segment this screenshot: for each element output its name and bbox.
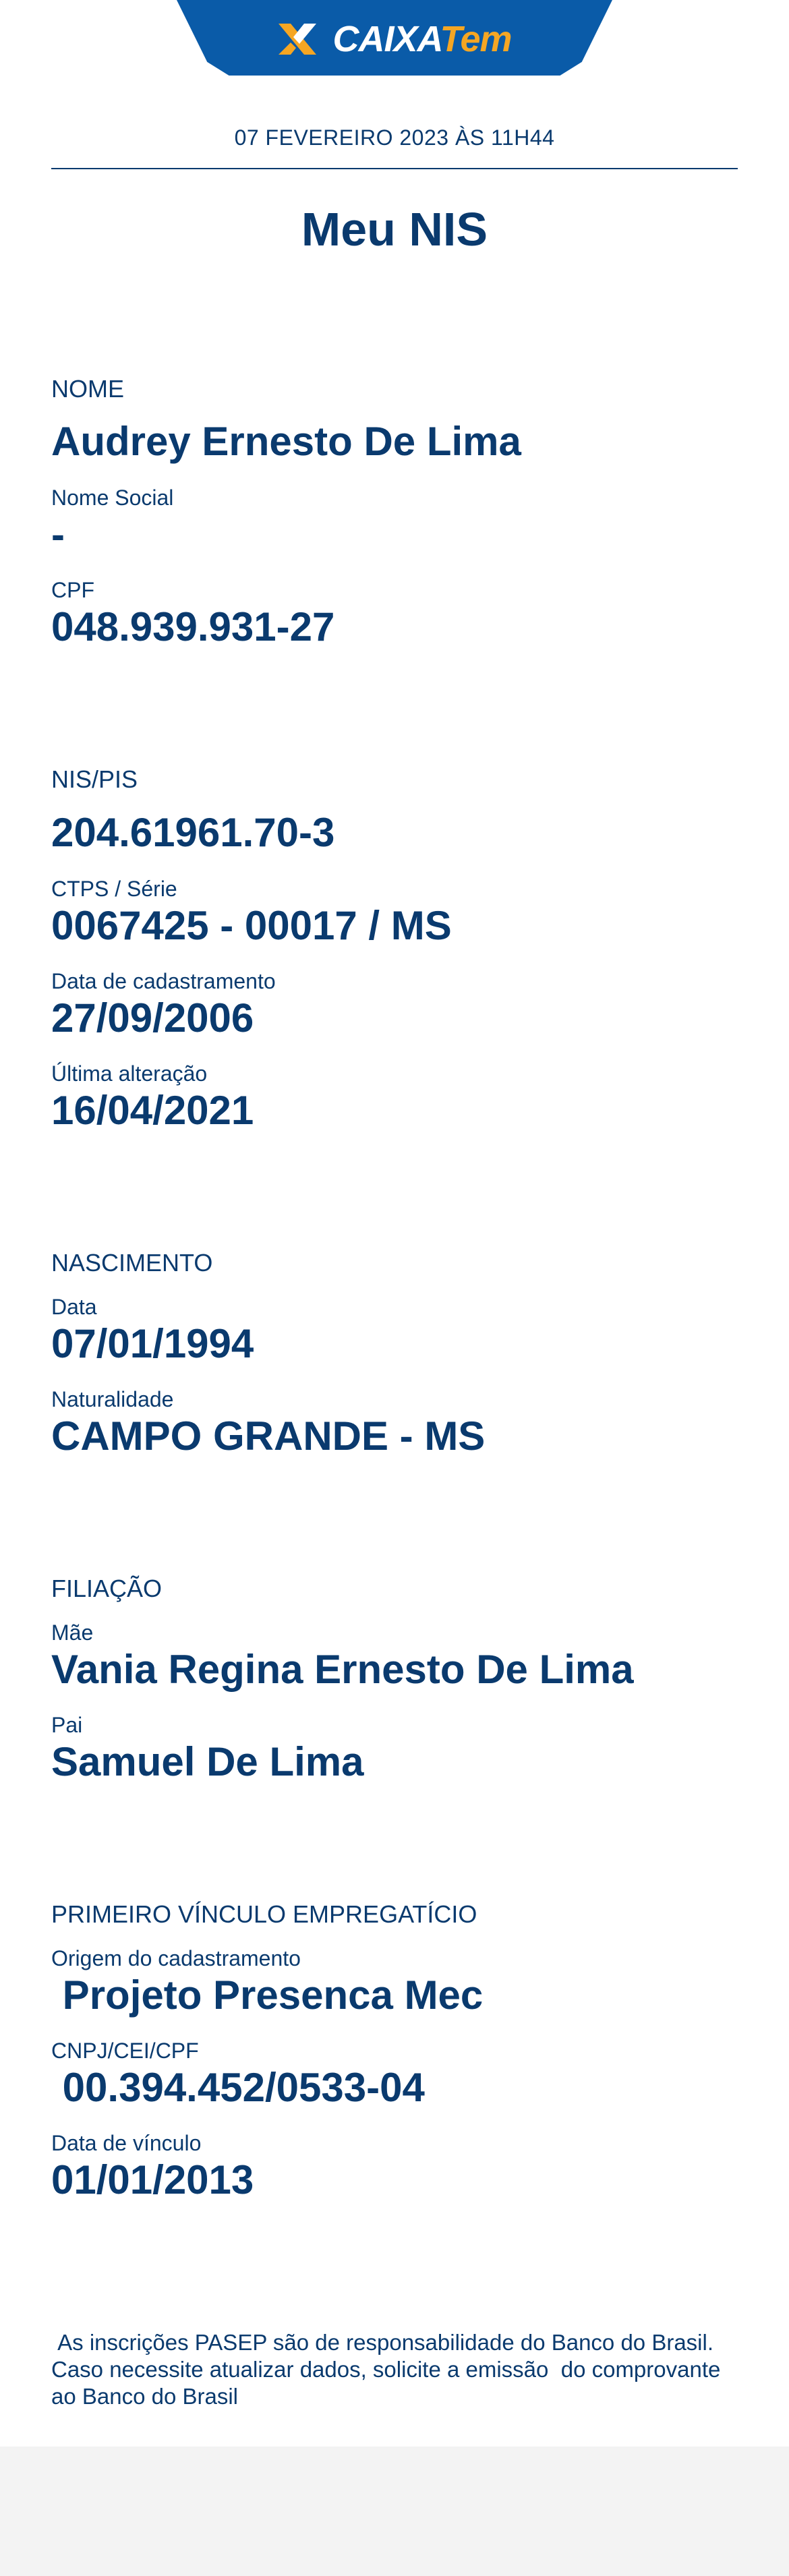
last-change-value: 16/04/2021 <box>51 1088 254 1133</box>
last-change-label: Última alteração <box>51 1061 208 1086</box>
mother-label: Mãe <box>51 1620 94 1645</box>
naturalidade-label: Naturalidade <box>51 1387 174 1411</box>
naturalidade-value: CAMPO GRANDE - MS <box>51 1413 486 1459</box>
timestamp: 07 FEVEREIRO 2023 ÀS 11H44 <box>234 125 555 150</box>
cadastro-date-value: 27/09/2006 <box>51 995 254 1041</box>
cpf-label: CPF <box>51 578 94 602</box>
section-title-filiacao: FILIAÇÃO <box>51 1575 163 1602</box>
cadastro-date-label: Data de cadastramento <box>51 969 276 993</box>
cnpj-label: CNPJ/CEI/CPF <box>51 2039 199 2063</box>
social-name-label: Nome Social <box>51 486 174 510</box>
page-title: Meu NIS <box>301 203 488 256</box>
father-label: Pai <box>51 1713 83 1737</box>
divider <box>51 168 738 169</box>
cpf-value: 048.939.931-27 <box>51 604 335 649</box>
section-title-nis: NIS/PIS <box>51 765 138 793</box>
section-title-nascimento: NASCIMENTO <box>51 1249 213 1277</box>
birth-date-label: Data <box>51 1295 97 1319</box>
brand-caixa-text: CAIXA <box>332 19 440 59</box>
section-title-vinculo: PRIMEIRO VÍNCULO EMPREGATÍCIO <box>51 1900 477 1928</box>
ctps-label: CTPS / Série <box>51 877 177 901</box>
section-title-nome: NOME <box>51 375 124 403</box>
bottom-bar <box>0 2447 789 2576</box>
mother-value: Vania Regina Ernesto De Lima <box>51 1647 634 1692</box>
brand-tab: CAIXATem <box>177 0 612 76</box>
brand-tem-text: Tem <box>440 19 512 59</box>
pasep-footer-note: As inscrições PASEP são de responsabilid… <box>51 2330 727 2409</box>
app-header: CAIXATem <box>0 0 789 81</box>
nis-value: 204.61961.70-3 <box>51 810 335 855</box>
social-name-value: - <box>51 512 65 557</box>
x-logo-icon <box>279 24 317 55</box>
full-name-value: Audrey Ernesto De Lima <box>51 419 521 464</box>
caixa-tem-logo: CAIXATem <box>277 18 513 60</box>
vinculo-date-label: Data de vínculo <box>51 2131 202 2155</box>
vinculo-date-value: 01/01/2013 <box>51 2157 254 2202</box>
cnpj-value: 00.394.452/0533-04 <box>51 2065 425 2110</box>
origem-label: Origem do cadastramento <box>51 1946 301 1970</box>
birth-date-value: 07/01/1994 <box>51 1321 254 1366</box>
origem-value: Projeto Presenca Mec <box>51 1972 484 2018</box>
father-value: Samuel De Lima <box>51 1739 364 1784</box>
ctps-value: 0067425 - 00017 / MS <box>51 903 452 948</box>
